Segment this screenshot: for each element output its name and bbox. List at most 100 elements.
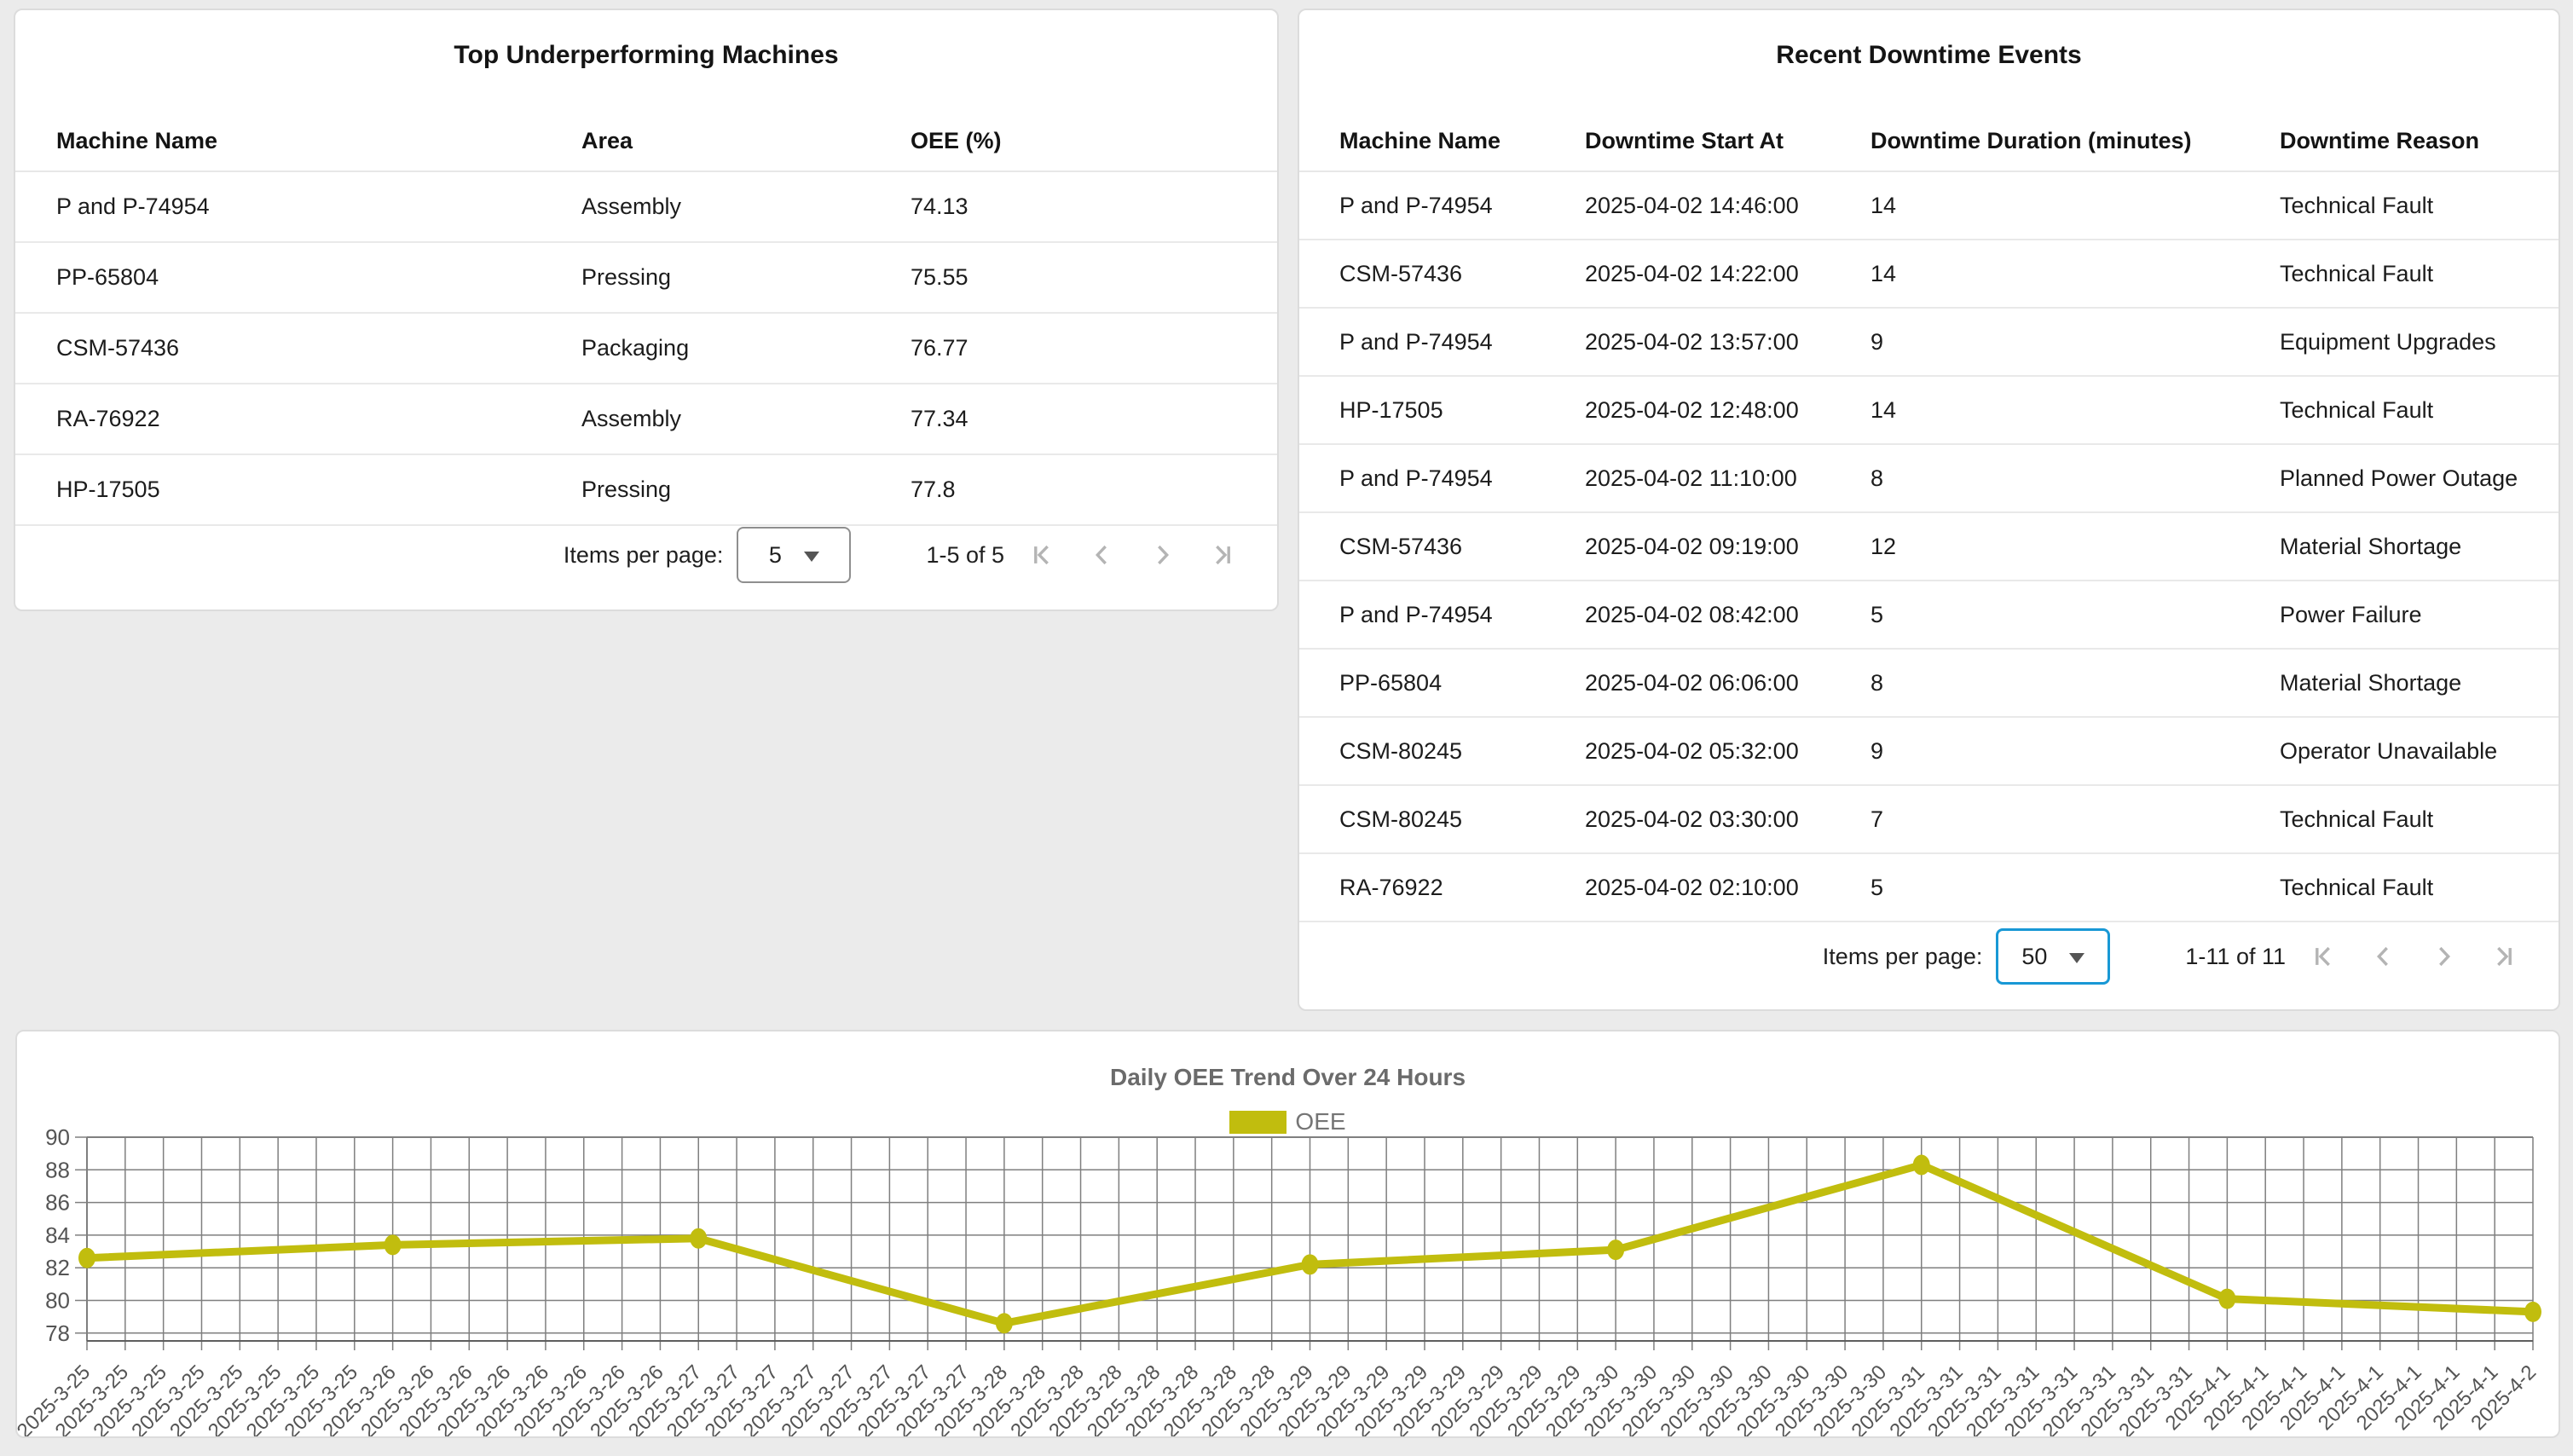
table-row: CSM-57436 2025-04-02 14:22:00 14 Technical … xyxy=(1299,240,2559,309)
items-per-page-label: Items per page: xyxy=(564,542,724,569)
cell-downtime-duration: 14 xyxy=(1870,240,1896,307)
next-page-button[interactable] xyxy=(2429,942,2458,971)
cell-downtime-duration: 5 xyxy=(1870,854,1883,921)
data-point-marker xyxy=(1913,1155,1930,1176)
cell-downtime-reason: Material Shortage xyxy=(2280,650,2461,716)
cell-area: Pressing xyxy=(581,243,671,312)
data-point-marker xyxy=(1302,1254,1319,1274)
cell-downtime-start-at: 2025-04-02 13:57:00 xyxy=(1585,309,1799,375)
first-page-button[interactable] xyxy=(1028,540,1057,569)
cell-machine-name: P and P-74954 xyxy=(1339,172,1493,239)
table-header-row: Machine Name Area OEE (%) xyxy=(15,10,1277,170)
cell-downtime-start-at: 2025-04-02 02:10:00 xyxy=(1585,854,1799,921)
y-axis-tick-label: 84 xyxy=(45,1222,70,1248)
cell-downtime-reason: Technical Fault xyxy=(2280,377,2433,443)
table-row: CSM-574362025-04-02 09:19:0012Material S… xyxy=(1299,513,2559,581)
cell-downtime-reason: Planned Power Outage xyxy=(2280,445,2518,511)
cell-downtime-reason: Technical Fault xyxy=(2280,240,2433,307)
table-row: P and P-74954 Assembly 74.13 xyxy=(15,172,1277,243)
previous-page-button[interactable] xyxy=(1088,540,1117,569)
table-row: P and P-749542025-04-02 14:46:0014Techni… xyxy=(1299,172,2559,240)
column-header-downtime-reason: Downtime Reason xyxy=(2280,128,2479,154)
cell-downtime-start-at: 2025-04-02 06:06:00 xyxy=(1585,650,1799,716)
paginator: Items per page: 50 1-11 of 11 xyxy=(1299,927,2559,986)
cell-machine-name: CSM-57436 xyxy=(1339,513,1462,580)
table-row: PP-65804 2025-04-02 06:06:00 8 Material Sho… xyxy=(1299,650,2559,718)
table-body: P and P-749542025-04-02 14:46:0014Techni… xyxy=(1299,172,2559,922)
cell-machine-name: P and P-74954 xyxy=(1339,581,1493,648)
cell-downtime-duration: 9 xyxy=(1870,309,1883,375)
next-page-button[interactable] xyxy=(1148,540,1177,569)
y-axis-tick-label: 78 xyxy=(45,1320,70,1346)
cell-oee: 76.77 xyxy=(911,314,968,383)
cell-downtime-duration: 5 xyxy=(1870,581,1883,648)
column-header-downtime-duration: Downtime Duration (minutes) xyxy=(1870,128,2192,154)
page-size-value: 50 xyxy=(2021,944,2047,970)
column-header-machine-name: Machine Name xyxy=(1339,128,1500,154)
cell-downtime-reason: Material Shortage xyxy=(2280,513,2461,580)
cell-machine-name: PP-65804 xyxy=(1339,650,1442,716)
paginator-nav xyxy=(2310,942,2518,971)
cell-downtime-start-at: 2025-04-02 11:10:00 xyxy=(1585,445,1797,511)
table-row: CSM-802452025-04-02 03:30:007Technical F… xyxy=(1299,786,2559,854)
table-row: CSM-802452025-04-02 05:32:009Operator Un… xyxy=(1299,718,2559,786)
daily-oee-trend-card: Daily OEE Trend Over 24 Hours OEE 788082… xyxy=(15,1030,2560,1438)
page-size-select[interactable]: 50 xyxy=(1996,928,2110,985)
table-row: P and P-749542025-04-02 11:10:008Planned… xyxy=(1299,445,2559,513)
chevron-down-icon xyxy=(804,552,819,562)
cell-downtime-start-at: 2025-04-02 05:32:00 xyxy=(1585,718,1799,784)
page-size-value: 5 xyxy=(769,542,782,569)
column-header-machine-name: Machine Name xyxy=(56,128,217,154)
cell-downtime-duration: 14 xyxy=(1870,377,1896,443)
cell-downtime-start-at: 2025-04-02 14:22:00 xyxy=(1585,240,1799,307)
y-axis-tick-label: 80 xyxy=(45,1288,70,1314)
cell-area: Assembly xyxy=(581,172,681,241)
table-row: P and P-749542025-04-02 08:42:005Power F… xyxy=(1299,581,2559,650)
cell-area: Pressing xyxy=(581,455,671,524)
first-page-button[interactable] xyxy=(2310,942,2339,971)
table-header-row: Machine NameDowntime Start AtDowntime Du… xyxy=(1299,10,2559,170)
cell-oee: 77.34 xyxy=(911,384,968,454)
paginator: Items per page: 5 1-5 of 5 xyxy=(15,525,1277,585)
last-page-button[interactable] xyxy=(1207,540,1236,569)
last-page-button[interactable] xyxy=(2489,942,2518,971)
cell-machine-name: P and P-74954 xyxy=(56,172,210,241)
cell-downtime-start-at: 2025-04-02 03:30:00 xyxy=(1585,786,1799,852)
cell-machine-name: RA-76922 xyxy=(1339,854,1443,921)
y-axis-tick-label: 90 xyxy=(45,1124,70,1150)
table-row: HP-175052025-04-02 12:48:0014Technical F… xyxy=(1299,377,2559,445)
previous-page-button[interactable] xyxy=(2369,942,2398,971)
cell-downtime-duration: 14 xyxy=(1870,172,1896,239)
table-row: RA-76922 2025-04-02 02:10:00 5 Technical Fa… xyxy=(1299,854,2559,922)
y-axis-tick-label: 86 xyxy=(45,1190,70,1216)
cell-downtime-reason: Technical Fault xyxy=(2280,172,2433,239)
top-underperforming-machines-card: Top Underperforming Machines Machine Nam… xyxy=(14,9,1279,611)
cell-downtime-duration: 7 xyxy=(1870,786,1883,852)
chevron-down-icon xyxy=(2069,953,2084,963)
cell-downtime-duration: 9 xyxy=(1870,718,1883,784)
cell-area: Packaging xyxy=(581,314,689,383)
cell-oee: 74.13 xyxy=(911,172,968,241)
oee-trend-line-chart: 788082848688902025-3-252025-3-252025-3-2… xyxy=(17,1031,2559,1436)
cell-downtime-reason: Equipment Upgrades xyxy=(2280,309,2496,375)
page-size-select[interactable]: 5 xyxy=(737,527,851,583)
cell-downtime-duration: 8 xyxy=(1870,650,1883,716)
column-header-oee: OEE (%) xyxy=(911,128,1002,154)
range-label: 1-11 of 11 xyxy=(2185,944,2286,970)
data-point-marker xyxy=(690,1228,707,1249)
cell-downtime-start-at: 2025-04-02 09:19:00 xyxy=(1585,513,1799,580)
cell-downtime-start-at: 2025-04-02 12:48:00 xyxy=(1585,377,1799,443)
cell-machine-name: P and P-74954 xyxy=(1339,445,1493,511)
cell-downtime-start-at: 2025-04-02 08:42:00 xyxy=(1585,581,1799,648)
items-per-page-label: Items per page: xyxy=(1823,944,1983,970)
cell-machine-name: CSM-80245 xyxy=(1339,786,1462,852)
cell-downtime-reason: Technical Fault xyxy=(2280,854,2433,921)
cell-area: Assembly xyxy=(581,384,681,454)
column-header-area: Area xyxy=(581,128,633,154)
x-axis-tick-labels: 2025-3-252025-3-252025-3-252025-3-252025… xyxy=(17,1361,2541,1436)
cell-machine-name: P and P-74954 xyxy=(1339,309,1493,375)
cell-machine-name: CSM-57436 xyxy=(1339,240,1462,307)
y-axis-tick-label: 82 xyxy=(45,1255,70,1280)
cell-machine-name: PP-65804 xyxy=(56,243,159,312)
cell-downtime-reason: Operator Unavailable xyxy=(2280,718,2497,784)
